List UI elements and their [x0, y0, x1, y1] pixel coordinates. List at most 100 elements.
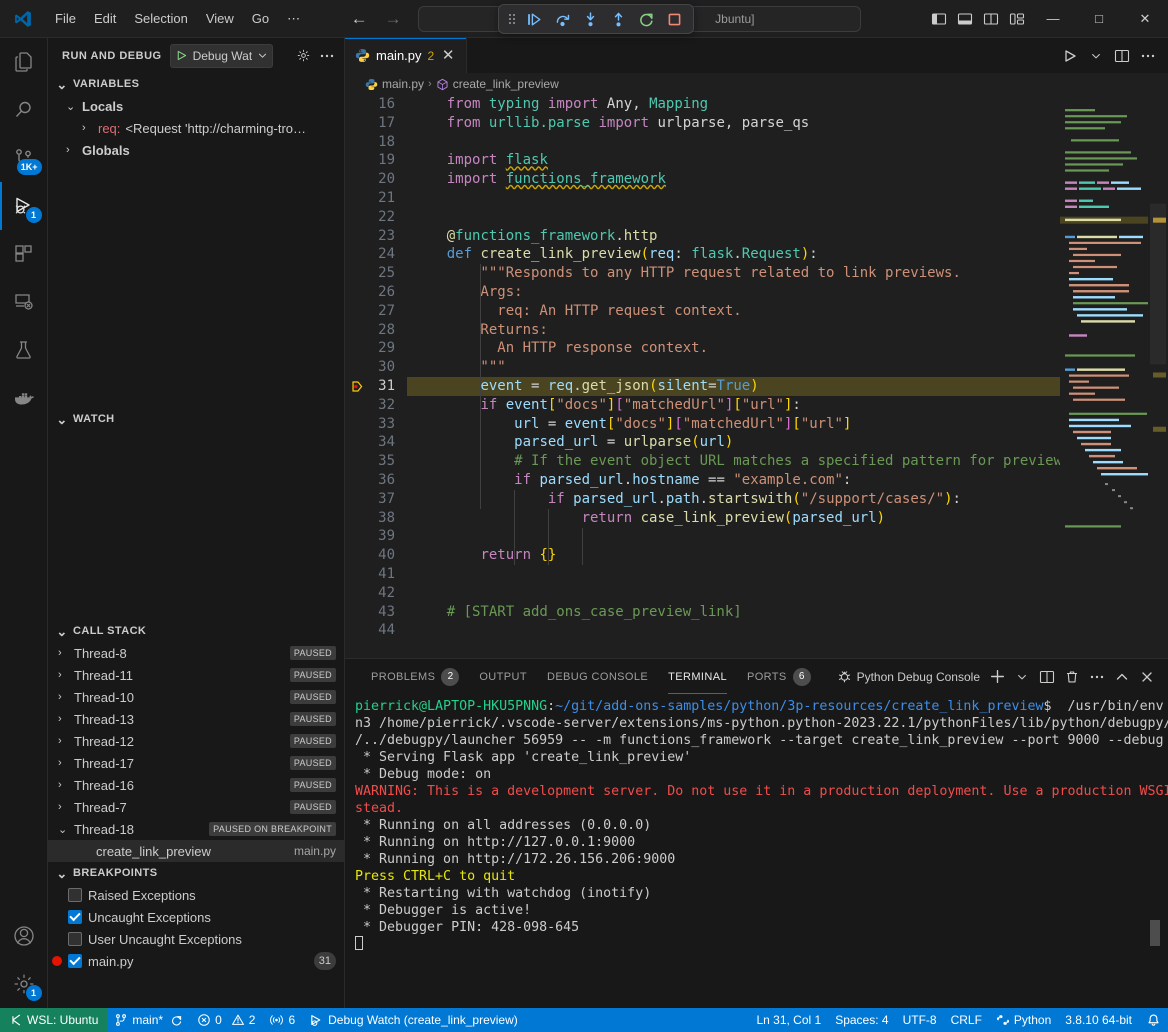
- code-line[interactable]: Returns:: [407, 321, 1060, 340]
- activity-extensions[interactable]: [0, 230, 48, 278]
- launch-configuration-select[interactable]: Debug Wat: [170, 44, 274, 68]
- activity-accounts[interactable]: [0, 912, 48, 960]
- code-line[interactable]: def create_link_preview(req: flask.Reque…: [407, 245, 1060, 264]
- variables-scope-locals[interactable]: ⌄ Locals: [48, 95, 344, 117]
- code-editor[interactable]: 1617181920212223242526272829303132333435…: [345, 95, 1168, 658]
- close-icon[interactable]: ✕: [440, 48, 456, 63]
- code-line[interactable]: from typing import Any, Mapping: [407, 95, 1060, 114]
- drag-handle-icon[interactable]: [505, 10, 519, 28]
- status-indentation[interactable]: Spaces: 4: [828, 1008, 895, 1032]
- tab-problems[interactable]: PROBLEMS 2: [361, 659, 469, 694]
- line-number[interactable]: 42: [345, 584, 407, 603]
- thread-row[interactable]: ›Thread-7PAUSED: [48, 796, 344, 818]
- close-panel-icon[interactable]: [1136, 666, 1158, 688]
- line-number[interactable]: 20: [345, 170, 407, 189]
- kill-terminal-icon[interactable]: [1061, 666, 1083, 688]
- code-line[interactable]: @functions_framework.http: [407, 227, 1060, 246]
- maximize-button[interactable]: □: [1076, 0, 1122, 38]
- code-line[interactable]: return {}: [407, 546, 1060, 565]
- code-line[interactable]: [407, 584, 1060, 603]
- tab-output[interactable]: OUTPUT: [469, 659, 537, 694]
- code-line[interactable]: req: An HTTP request context.: [407, 302, 1060, 321]
- line-number[interactable]: 43: [345, 603, 407, 622]
- code-line[interactable]: Args:: [407, 283, 1060, 302]
- line-number[interactable]: 30: [345, 358, 407, 377]
- code-line[interactable]: import flask: [407, 151, 1060, 170]
- menu-selection[interactable]: Selection: [125, 7, 196, 30]
- activity-search[interactable]: [0, 86, 48, 134]
- menu-go[interactable]: Go: [243, 7, 278, 30]
- line-number[interactable]: 18: [345, 133, 407, 152]
- activity-settings[interactable]: 1: [0, 960, 48, 1008]
- step-over-button[interactable]: [549, 7, 575, 31]
- line-number[interactable]: 37: [345, 490, 407, 509]
- code-line[interactable]: [407, 527, 1060, 546]
- status-eol[interactable]: CRLF: [944, 1008, 989, 1032]
- code-line[interactable]: url = event["docs"]["matchedUrl"]["url"]: [407, 415, 1060, 434]
- callstack-header[interactable]: ⌄ CALL STACK: [48, 620, 344, 642]
- stop-button[interactable]: [661, 7, 687, 31]
- status-language-mode[interactable]: Python: [989, 1008, 1058, 1032]
- menu-more[interactable]: ⋯: [278, 7, 309, 31]
- line-number[interactable]: 19: [345, 151, 407, 170]
- code-line-executing[interactable]: event = req.get_json(silent=True): [407, 377, 1060, 396]
- line-number[interactable]: 17: [345, 114, 407, 133]
- breakpoint-row[interactable]: User Uncaught Exceptions: [48, 928, 344, 950]
- variables-scope-globals[interactable]: › Globals: [48, 139, 344, 161]
- status-notifications[interactable]: [1139, 1008, 1168, 1032]
- active-terminal-name[interactable]: Python Debug Console: [834, 665, 983, 689]
- code-line[interactable]: [407, 565, 1060, 584]
- maximize-panel-icon[interactable]: [1111, 666, 1133, 688]
- code-line[interactable]: return case_link_preview(parsed_url): [407, 509, 1060, 528]
- line-number[interactable]: 32: [345, 396, 407, 415]
- line-number[interactable]: 34: [345, 433, 407, 452]
- breakpoint-row-file[interactable]: main.py 31: [48, 950, 344, 972]
- stack-frame-row[interactable]: create_link_preview main.py: [48, 840, 344, 862]
- panel-more-actions-icon[interactable]: [1086, 666, 1108, 688]
- tab-terminal[interactable]: TERMINAL: [658, 659, 737, 694]
- line-number[interactable]: 41: [345, 565, 407, 584]
- line-number[interactable]: 28: [345, 321, 407, 340]
- gear-icon[interactable]: [292, 45, 314, 67]
- line-number[interactable]: 39: [345, 527, 407, 546]
- breakpoint-row[interactable]: Raised Exceptions: [48, 884, 344, 906]
- breakpoint-checkbox[interactable]: [68, 954, 82, 968]
- line-number[interactable]: 38: [345, 509, 407, 528]
- line-number[interactable]: 29: [345, 339, 407, 358]
- go-back-icon[interactable]: ←: [349, 9, 369, 29]
- thread-row[interactable]: ›Thread-13PAUSED: [48, 708, 344, 730]
- minimap[interactable]: [1060, 95, 1168, 658]
- status-remote-host[interactable]: WSL: Ubuntu: [0, 1008, 107, 1032]
- status-ports[interactable]: 6: [262, 1008, 302, 1032]
- status-cursor-position[interactable]: Ln 31, Col 1: [749, 1008, 828, 1032]
- status-encoding[interactable]: UTF-8: [896, 1008, 944, 1032]
- run-dropdown-icon[interactable]: [1084, 44, 1108, 68]
- line-number[interactable]: 24: [345, 245, 407, 264]
- more-actions-icon[interactable]: [316, 45, 338, 67]
- code-line[interactable]: [407, 133, 1060, 152]
- activity-source-control[interactable]: 1K+: [0, 134, 48, 182]
- thread-row[interactable]: ›Thread-16PAUSED: [48, 774, 344, 796]
- debug-toolbar[interactable]: [498, 4, 694, 34]
- code-line[interactable]: # If the event object URL matches a spec…: [407, 452, 1060, 471]
- new-terminal-icon[interactable]: [986, 666, 1008, 688]
- breadcrumb-file[interactable]: main.py: [382, 77, 424, 91]
- tab-ports[interactable]: PORTS 6: [737, 659, 821, 694]
- thread-row[interactable]: ›Thread-10PAUSED: [48, 686, 344, 708]
- step-out-button[interactable]: [605, 7, 631, 31]
- line-number[interactable]: 44: [345, 621, 407, 640]
- line-number[interactable]: 35: [345, 452, 407, 471]
- terminal-dropdown-icon[interactable]: [1011, 666, 1033, 688]
- code-line[interactable]: An HTTP response context.: [407, 339, 1060, 358]
- breakpoints-header[interactable]: ⌄ BREAKPOINTS: [48, 862, 344, 884]
- code-line[interactable]: parsed_url = urlparse(url): [407, 433, 1060, 452]
- line-number[interactable]: 26: [345, 283, 407, 302]
- run-python-file-icon[interactable]: [1058, 44, 1082, 68]
- line-number[interactable]: 31: [345, 377, 407, 396]
- thread-row[interactable]: ›Thread-12PAUSED: [48, 730, 344, 752]
- line-number[interactable]: 16: [345, 95, 407, 114]
- variables-header[interactable]: ⌄ VARIABLES: [48, 73, 344, 95]
- code-line[interactable]: if event["docs"]["matchedUrl"]["url"]:: [407, 396, 1060, 415]
- toggle-primary-sidebar-icon[interactable]: [926, 0, 952, 38]
- menu-file[interactable]: File: [46, 7, 85, 30]
